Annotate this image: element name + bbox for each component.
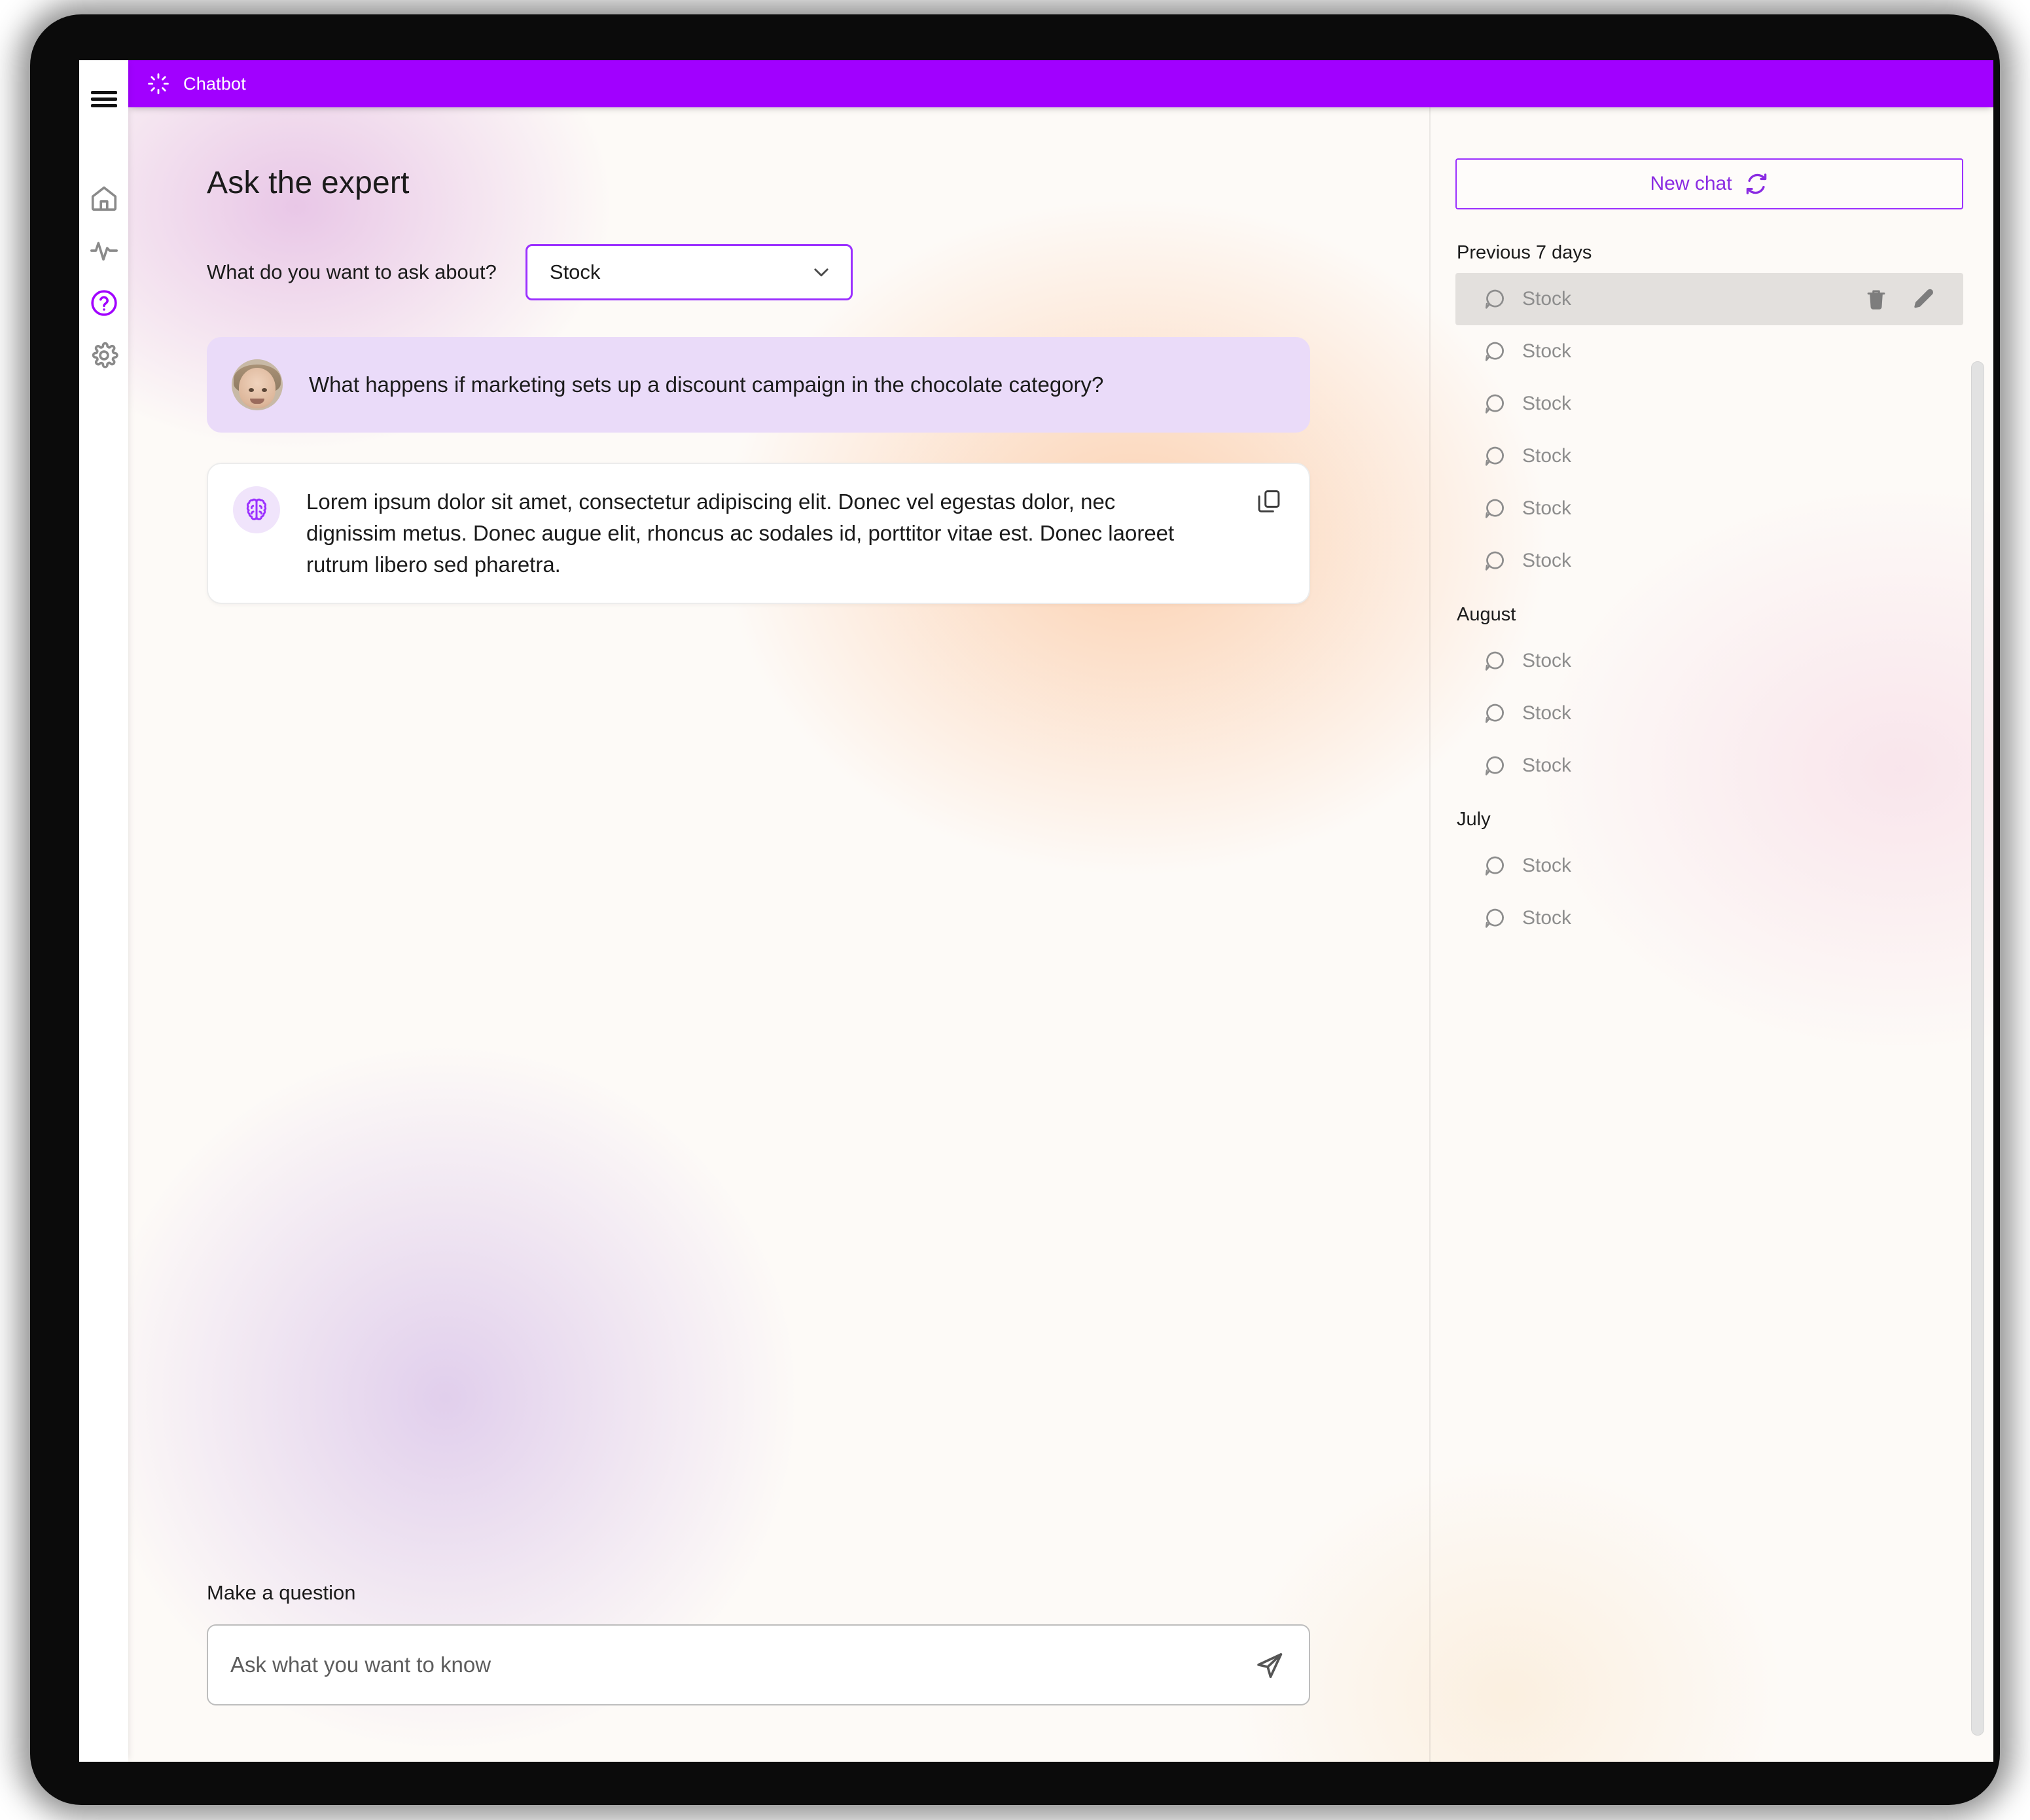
assistant-avatar [233, 486, 280, 533]
history-list-item[interactable]: Stock [1455, 430, 1963, 482]
topic-select-value: Stock [549, 260, 601, 283]
history-list-item[interactable]: Stock [1455, 635, 1963, 687]
history-list-item[interactable]: Stock [1455, 535, 1963, 587]
history-group: August Stock Stock Stock [1455, 604, 1963, 792]
avatar [232, 359, 283, 410]
sparkle-icon [148, 73, 169, 94]
hamburger-bar [90, 97, 117, 101]
send-paper-plane-icon[interactable] [1253, 1648, 1287, 1682]
chat-bubble-icon [1485, 446, 1504, 466]
history-list-item[interactable]: Stock [1455, 840, 1963, 892]
app-title: Chatbot [183, 73, 246, 94]
left-icon-rail [79, 60, 128, 1762]
composer: Make a question [128, 1581, 1429, 1762]
chat-bubble-icon [1485, 289, 1504, 309]
page-title: Ask the expert [207, 166, 410, 200]
history-item-label: Stock [1522, 497, 1572, 519]
tablet-device-frame: Chatbot Ask the expert What do you want … [30, 14, 2000, 1805]
history-item-label: Stock [1522, 445, 1572, 467]
history-item-label: Stock [1522, 393, 1572, 414]
sidebar-item-settings[interactable] [84, 335, 124, 376]
history-group-title: July [1457, 809, 1491, 830]
help-circle-icon [90, 290, 117, 316]
chat-scroll-area: Ask the expert What do you want to ask a… [128, 107, 1429, 1581]
settings-gear-icon [92, 342, 118, 368]
hamburger-bar [90, 90, 117, 94]
chat-bubble-icon [1485, 499, 1504, 518]
composer-box[interactable] [207, 1624, 1310, 1705]
trash-icon[interactable] [1864, 287, 1889, 312]
activity-pulse-icon [90, 241, 118, 261]
sidebar-item-help[interactable] [84, 283, 124, 323]
user-message-text: What happens if marketing sets up a disc… [309, 372, 1104, 397]
history-item-label: Stock [1522, 340, 1572, 362]
history-group: Previous 7 days Stock Stock Stock Stock Stock… [1455, 242, 1963, 587]
history-list-item[interactable]: Stock [1455, 325, 1963, 378]
history-list-item[interactable]: Stock [1455, 892, 1963, 944]
history-group-title: August [1457, 604, 1516, 625]
sidebar-item-home[interactable] [84, 178, 124, 219]
history-item-label: Stock [1522, 288, 1572, 310]
history-item-actions [1864, 287, 1950, 312]
chat-bubble-icon [1485, 756, 1504, 776]
chat-history-panel: New chat Previous 7 days Stock Stock Stock S… [1431, 107, 1993, 1762]
history-item-label: Stock [1522, 855, 1572, 876]
hamburger-bar [90, 103, 117, 107]
brain-icon [246, 498, 267, 520]
app-body: Ask the expert What do you want to ask a… [128, 107, 1993, 1762]
chat-bubble-icon [1485, 908, 1504, 928]
assistant-message-text: Lorem ipsum dolor sit amet, consectetur … [306, 490, 1175, 577]
history-list-item[interactable]: Stock [1455, 740, 1963, 792]
topic-selector-row: What do you want to ask about? Stock [207, 244, 1390, 300]
app-column: Chatbot Ask the expert What do you want … [128, 60, 1993, 1762]
history-item-label: Stock [1522, 702, 1572, 724]
question-input[interactable] [230, 1652, 1253, 1677]
avatar-eye [262, 388, 267, 392]
history-list-item[interactable]: Stock [1455, 273, 1963, 325]
history-group-title: Previous 7 days [1457, 242, 1592, 263]
chat-bubble-icon [1485, 704, 1504, 723]
history-scrollbar[interactable] [1971, 361, 1984, 1736]
pencil-icon[interactable] [1911, 287, 1936, 312]
app-titlebar: Chatbot [128, 60, 1993, 107]
sidebar-item-activity[interactable] [84, 230, 124, 271]
chat-bubble-icon [1485, 651, 1504, 671]
chat-main: Ask the expert What do you want to ask a… [128, 107, 1431, 1762]
history-list-item[interactable]: Stock [1455, 378, 1963, 430]
chat-bubble-icon [1485, 394, 1504, 414]
topic-label: What do you want to ask about? [207, 260, 497, 283]
history-list-item[interactable]: Stock [1455, 482, 1963, 535]
chevron-down-icon [814, 268, 828, 277]
assistant-message-bubble: Lorem ipsum dolor sit amet, consectetur … [207, 463, 1310, 604]
history-item-label: Stock [1522, 755, 1572, 776]
history-list-item[interactable]: Stock [1455, 687, 1963, 740]
message-list: What happens if marketing sets up a disc… [207, 337, 1390, 604]
history-item-label: Stock [1522, 550, 1572, 571]
user-message-bubble: What happens if marketing sets up a disc… [207, 337, 1310, 433]
new-chat-button[interactable]: New chat [1455, 158, 1963, 209]
hamburger-menu-icon[interactable] [84, 79, 124, 119]
avatar-eye [249, 388, 254, 392]
chat-bubble-icon [1485, 551, 1504, 571]
home-icon [91, 186, 116, 211]
chat-bubble-icon [1485, 856, 1504, 876]
history-list: Previous 7 days Stock Stock Stock Stock Stock… [1455, 242, 1963, 944]
history-group: July Stock Stock [1455, 809, 1963, 944]
chat-bubble-icon [1485, 342, 1504, 361]
refresh-icon [1746, 173, 1766, 194]
new-chat-label: New chat [1650, 173, 1732, 194]
copy-button[interactable] [1255, 488, 1283, 515]
composer-label: Make a question [207, 1581, 356, 1604]
copy-icon [1258, 490, 1280, 512]
scrollbar-thumb[interactable] [1971, 361, 1984, 1736]
history-item-label: Stock [1522, 907, 1572, 929]
history-item-label: Stock [1522, 650, 1572, 671]
app-screen: Chatbot Ask the expert What do you want … [79, 60, 1993, 1762]
topic-select[interactable]: Stock [525, 244, 853, 300]
